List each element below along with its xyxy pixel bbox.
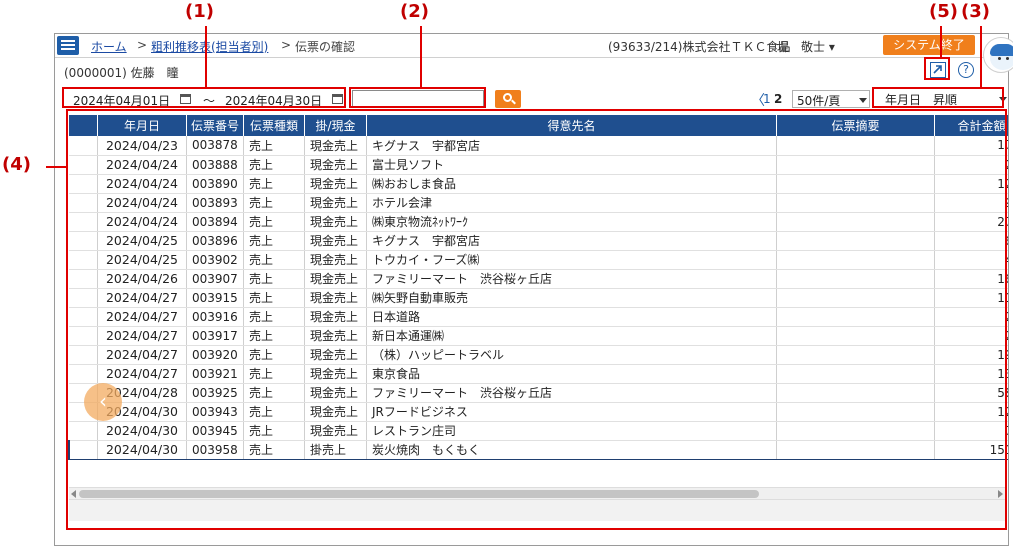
page-1-link[interactable]: 1 — [763, 92, 771, 106]
callout-label-4: (4) — [2, 154, 31, 175]
highlight-table — [66, 109, 1007, 530]
breadcrumb-home-link[interactable]: ホーム — [91, 38, 127, 55]
employee-label: (0000001) 佐藤 瞳 — [64, 66, 179, 80]
highlight-sort — [872, 87, 1004, 108]
breadcrumb-report-link[interactable]: 粗利推移表(担当者別) — [151, 38, 268, 55]
breadcrumb-separator: > — [281, 38, 292, 52]
per-page-select[interactable]: 50件/頁 — [792, 90, 870, 108]
page-title: 伝票の確認 — [295, 40, 356, 54]
page-2-current[interactable]: 2 — [774, 92, 782, 106]
assistant-avatar-icon[interactable] — [983, 37, 1013, 73]
callout-line — [420, 26, 422, 88]
callout-line — [205, 26, 207, 88]
menu-icon[interactable] — [57, 36, 79, 55]
system-end-button[interactable]: システム終了 — [883, 35, 975, 55]
callout-label-2: (2) — [400, 1, 429, 22]
highlight-date-range — [62, 87, 346, 108]
callout-label-5: (5) — [929, 1, 958, 22]
search-button[interactable] — [495, 90, 521, 108]
header-bar: ホーム > 粗利推移表(担当者別) > 伝票の確認 (93633/214)株式会… — [55, 34, 1008, 58]
callout-line — [46, 166, 66, 168]
callout-line — [940, 26, 942, 59]
highlight-search — [349, 87, 486, 108]
callout-line — [980, 26, 982, 88]
help-icon[interactable]: ? — [958, 62, 974, 78]
user-menu[interactable]: 堤 敬士 ▾ — [777, 38, 835, 55]
per-page-value: 50件/頁 — [797, 94, 841, 108]
breadcrumb-separator: > — [137, 38, 148, 52]
callout-label-3: (3) — [961, 1, 990, 22]
chevron-down-icon — [859, 98, 867, 103]
highlight-popout — [924, 57, 950, 80]
company-name: (93633/214)株式会社ＴＫＣ食品 — [608, 40, 791, 54]
callout-label-1: (1) — [185, 1, 214, 22]
